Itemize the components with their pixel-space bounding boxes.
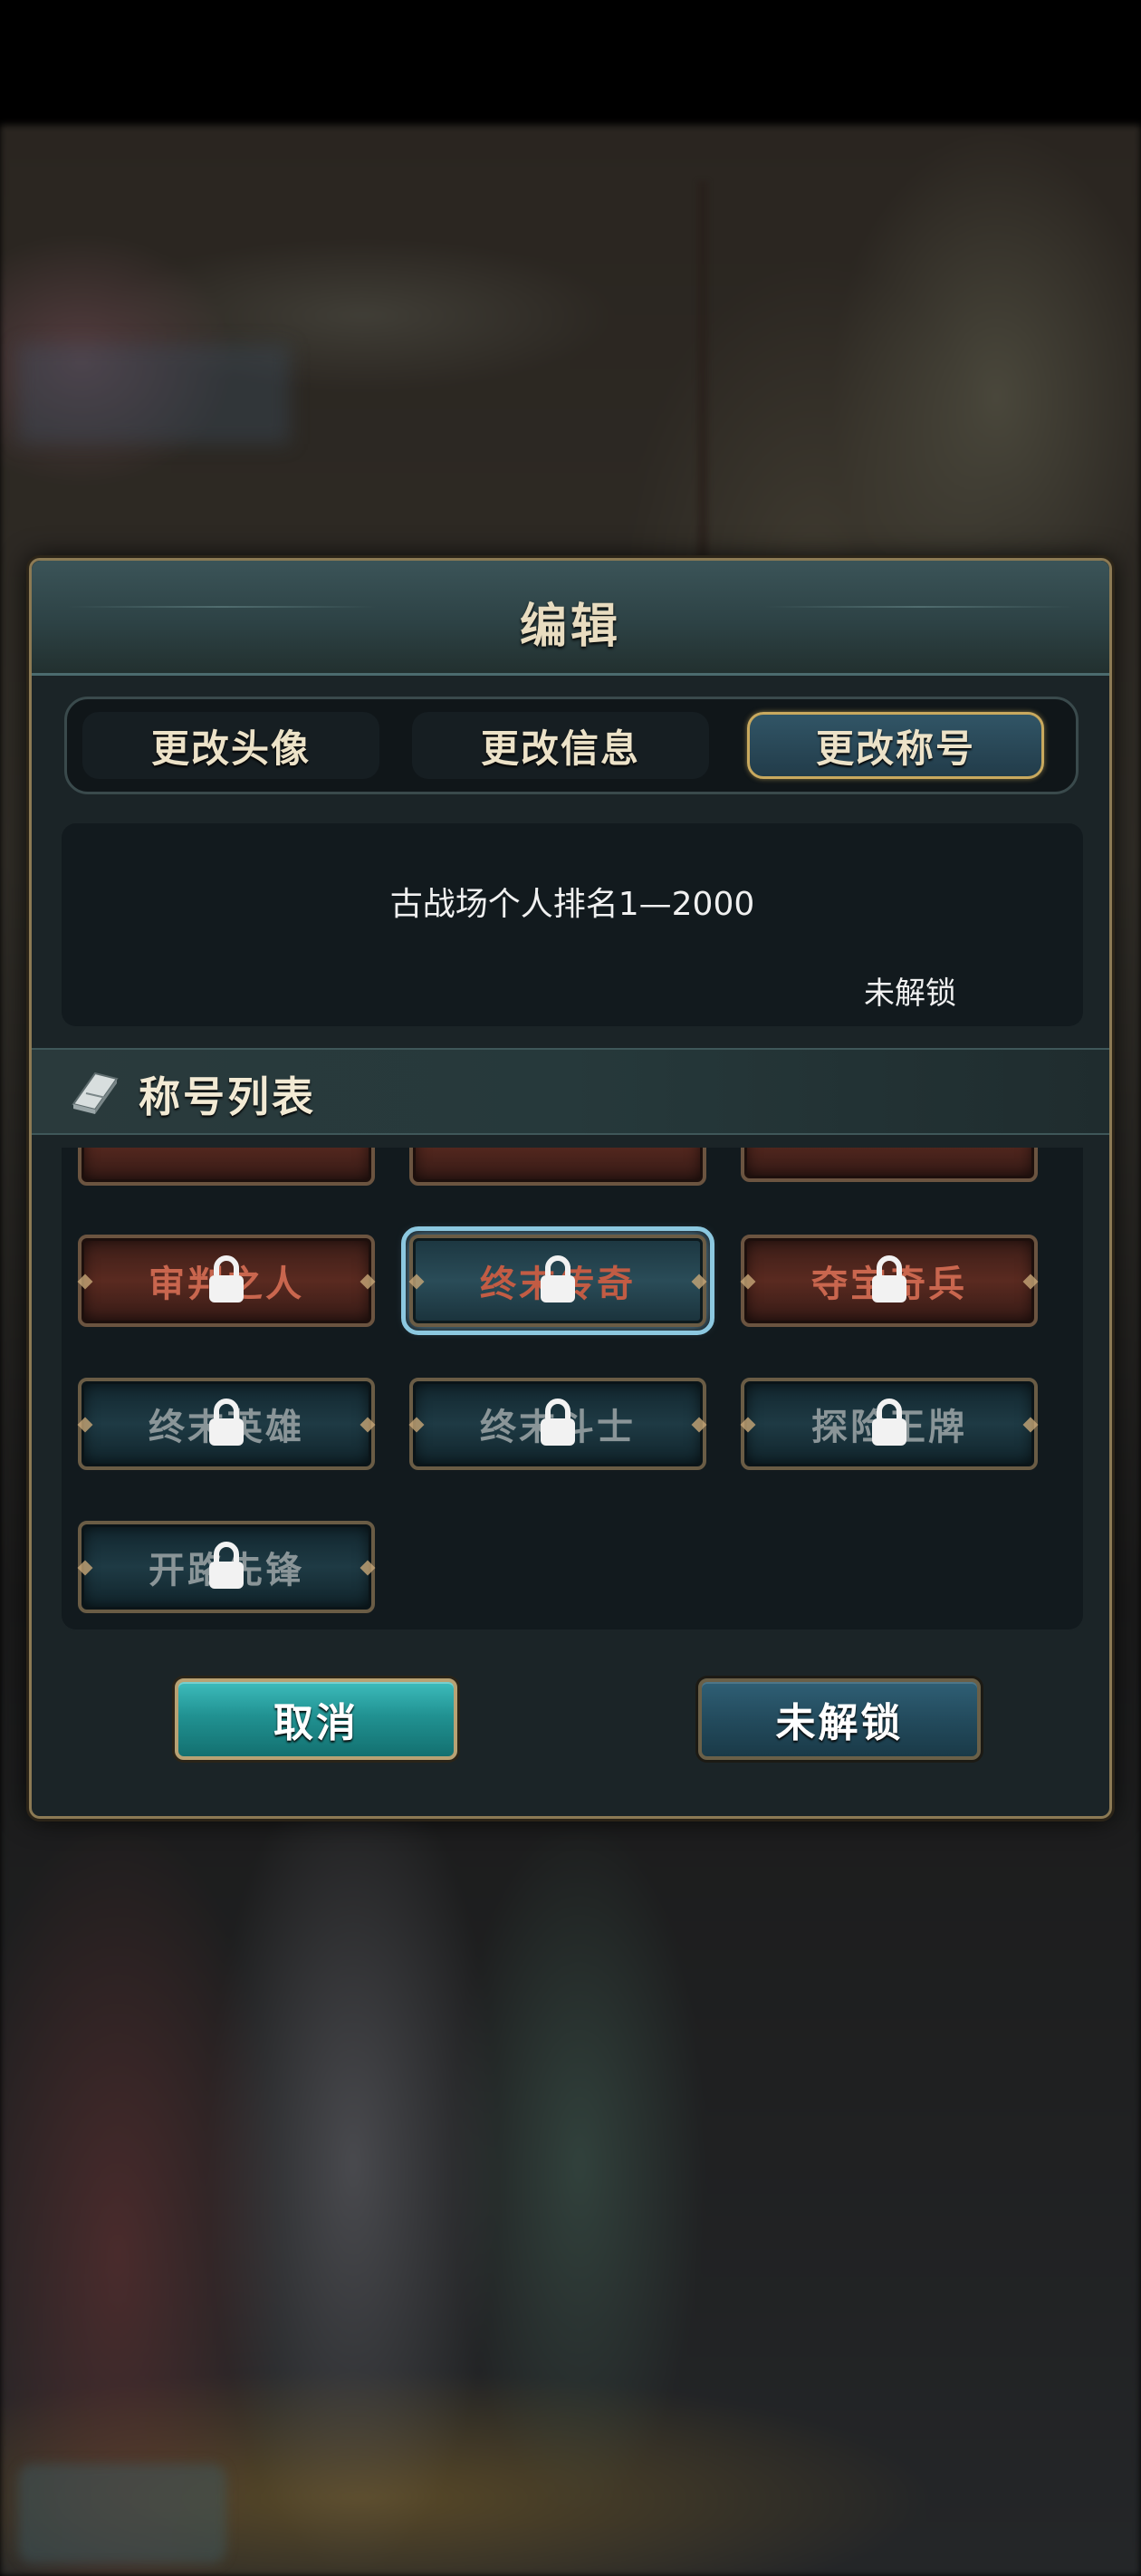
- book-icon: [72, 1072, 119, 1114]
- lock-icon: [209, 1542, 244, 1589]
- background-panel: [18, 344, 290, 444]
- tab-bar: 更改头像 更改信息 更改称号: [64, 697, 1079, 794]
- title-list[interactable]: 审判之人 终末传奇 夺宝奇兵 终末英雄 终末斗士 探险王牌: [62, 1148, 1083, 1629]
- title-badge[interactable]: 探险王牌: [740, 1378, 1039, 1470]
- title-badge[interactable]: 夺宝奇兵: [740, 1235, 1039, 1327]
- title-badge-selected[interactable]: 终末传奇: [401, 1226, 714, 1335]
- cancel-button[interactable]: 取消: [175, 1678, 457, 1760]
- title-info-panel: 古战场个人排名1—2000 未解锁: [62, 823, 1083, 1026]
- lock-icon: [872, 1399, 906, 1446]
- title-badge-partial[interactable]: [741, 1148, 1038, 1182]
- lock-icon: [872, 1255, 906, 1302]
- title-lock-status: 未解锁: [864, 976, 956, 1012]
- dialog-header: 编辑: [32, 561, 1109, 676]
- edit-dialog: 编辑 更改头像 更改信息 更改称号 古战场个人排名1—2000 未解锁 称号列表…: [29, 558, 1112, 1819]
- lock-icon: [541, 1255, 575, 1302]
- background-button: [18, 2464, 226, 2563]
- section-title: 称号列表: [139, 1072, 316, 1121]
- confirm-button[interactable]: 未解锁: [698, 1678, 981, 1760]
- title-badge[interactable]: 终末英雄: [77, 1378, 376, 1470]
- lock-icon: [209, 1255, 244, 1302]
- title-unlock-condition: 古战场个人排名1—2000: [389, 886, 755, 923]
- title-badge[interactable]: 开路先锋: [77, 1521, 376, 1613]
- tab-change-info[interactable]: 更改信息: [412, 712, 709, 779]
- title-badge-partial[interactable]: [409, 1148, 706, 1186]
- title-badge[interactable]: 审判之人: [77, 1235, 376, 1327]
- background-divider: [697, 181, 708, 562]
- section-header: 称号列表: [32, 1048, 1109, 1135]
- dialog-title: 编辑: [519, 599, 621, 654]
- title-badge-partial[interactable]: [78, 1148, 375, 1186]
- tab-change-avatar[interactable]: 更改头像: [82, 712, 379, 779]
- title-badge[interactable]: 终末斗士: [408, 1378, 707, 1470]
- lock-icon: [541, 1399, 575, 1446]
- tab-change-title[interactable]: 更改称号: [747, 712, 1044, 779]
- lock-icon: [209, 1399, 244, 1446]
